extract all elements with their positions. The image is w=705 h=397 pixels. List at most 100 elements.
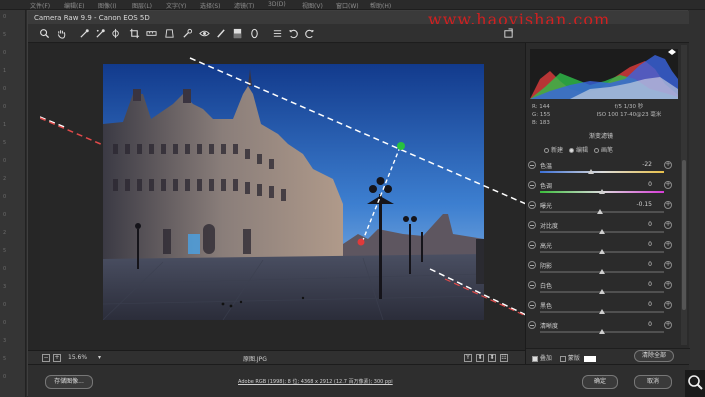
panel-scrollbar[interactable]	[681, 45, 687, 345]
host-menu-item[interactable]: 编辑(E)	[64, 1, 84, 10]
slider-thumb[interactable]	[599, 329, 605, 334]
increase-button[interactable]	[664, 300, 672, 309]
adjustment-panel: R: 144 G: 155 B: 183 f/5 1/30 秒 ISO 100 …	[525, 43, 690, 364]
hand-icon[interactable]	[55, 27, 68, 40]
slider-value[interactable]: 0	[622, 281, 652, 288]
slider-track[interactable]	[540, 171, 664, 173]
host-menu-item[interactable]: 3D(D)	[268, 1, 286, 8]
increase-button[interactable]	[664, 280, 672, 289]
slider-thumb[interactable]	[599, 229, 605, 234]
crop-icon[interactable]	[128, 27, 141, 40]
host-menu-item[interactable]: 窗口(W)	[336, 1, 359, 10]
slider-row: 白色 0	[526, 280, 676, 299]
radio-button[interactable]	[544, 148, 549, 153]
overlay-checkbox[interactable]: 叠加	[532, 353, 552, 362]
mask-checkbox[interactable]: 蒙版	[560, 353, 596, 362]
decrease-button[interactable]	[528, 241, 536, 249]
preferences-icon[interactable]	[271, 27, 284, 40]
mode-option[interactable]: 画笔	[594, 145, 613, 154]
zoom-level[interactable]: 15.6%	[68, 354, 87, 361]
preview-canvas[interactable]	[40, 44, 526, 350]
slider-thumb[interactable]	[599, 189, 605, 194]
slider-thumb[interactable]	[599, 249, 605, 254]
increase-button[interactable]	[664, 240, 672, 249]
graduated-filter-overlay[interactable]	[40, 44, 526, 350]
decrease-button[interactable]	[528, 201, 536, 209]
transform-icon[interactable]	[163, 27, 176, 40]
slider-value[interactable]: -0.15	[622, 201, 652, 208]
slider-thumb[interactable]	[599, 309, 605, 314]
decrease-button[interactable]	[528, 281, 536, 289]
rotate-left-icon[interactable]	[287, 27, 300, 40]
host-menu-item[interactable]: 图像(I)	[98, 1, 116, 10]
slider-row: 清晰度 0	[526, 320, 676, 339]
host-menu-item[interactable]: 视图(V)	[302, 1, 323, 10]
slider-label: 色温	[540, 163, 553, 170]
zoom-icon[interactable]	[38, 27, 51, 40]
increase-button[interactable]	[664, 200, 672, 209]
slider-thumb[interactable]	[599, 269, 605, 274]
mode-option[interactable]: 编辑	[569, 145, 588, 154]
slider-value[interactable]: 0	[622, 221, 652, 228]
increase-button[interactable]	[664, 180, 672, 189]
overlay-check[interactable]	[532, 355, 538, 362]
spot-removal-icon[interactable]	[181, 27, 194, 40]
white-balance-icon[interactable]	[78, 27, 91, 40]
save-image-button[interactable]: 存储图像...	[45, 375, 93, 389]
slider-value[interactable]: 0	[622, 321, 652, 328]
ok-button[interactable]: 确定	[582, 375, 618, 389]
slider-thumb[interactable]	[596, 209, 603, 214]
ruler-tick: 2	[3, 230, 7, 236]
slider-value[interactable]: -22	[622, 161, 652, 168]
decrease-button[interactable]	[528, 161, 536, 169]
adjustment-brush-icon[interactable]	[214, 27, 227, 40]
zoom-out-button[interactable]: −	[42, 354, 50, 362]
mode-option[interactable]: 新建	[544, 145, 563, 154]
workflow-options-link[interactable]: Adobe RGB (1998); 8 位; 4368 x 2912 (12.7…	[238, 378, 393, 385]
host-menu-item[interactable]: 选择(S)	[200, 1, 221, 10]
decrease-button[interactable]	[528, 221, 536, 229]
slider-thumb[interactable]	[587, 169, 594, 174]
slider-thumb[interactable]	[599, 289, 605, 294]
swap-button[interactable]: ⬍	[488, 354, 496, 362]
mask-color-swatch[interactable]	[583, 355, 596, 362]
radial-filter-icon[interactable]	[248, 27, 261, 40]
increase-button[interactable]	[664, 260, 672, 269]
view-toggle-y-button[interactable]: Y	[464, 354, 472, 362]
color-sampler-icon[interactable]	[94, 27, 107, 40]
rotate-right-icon[interactable]	[303, 27, 316, 40]
slider-value[interactable]: 0	[622, 181, 652, 188]
red-eye-icon[interactable]	[198, 27, 211, 40]
host-menu-item[interactable]: 图层(L)	[132, 1, 152, 10]
host-menu-item[interactable]: 文字(Y)	[166, 1, 186, 10]
increase-button[interactable]	[664, 320, 672, 329]
decrease-button[interactable]	[528, 321, 536, 329]
decrease-button[interactable]	[528, 261, 536, 269]
zoom-in-button[interactable]: +	[53, 354, 61, 362]
preview-settings-button[interactable]: ☷	[500, 354, 508, 362]
ruler-tick: 1	[3, 68, 7, 74]
radio-button[interactable]	[569, 148, 575, 153]
slider-value[interactable]: 0	[622, 261, 652, 268]
slider-value[interactable]: 0	[622, 241, 652, 248]
host-menu-item[interactable]: 帮助(H)	[370, 1, 391, 10]
search-button[interactable]	[685, 370, 705, 397]
slider-value[interactable]: 0	[622, 301, 652, 308]
decrease-button[interactable]	[528, 301, 536, 309]
mask-check[interactable]	[560, 355, 566, 362]
chevron-down-icon[interactable]: ▾	[98, 354, 101, 361]
targeted-adjustment-icon[interactable]	[110, 27, 123, 40]
radio-button[interactable]	[594, 148, 600, 153]
increase-button[interactable]	[664, 160, 672, 169]
graduated-filter-icon[interactable]	[231, 27, 244, 40]
host-menu-item[interactable]: 滤镜(T)	[234, 1, 254, 10]
straighten-icon[interactable]	[145, 27, 158, 40]
clear-all-button[interactable]: 清除全部	[634, 350, 674, 362]
fullscreen-icon[interactable]	[502, 27, 515, 40]
host-menubar: 文件(F) 编辑(E) 图像(I) 图层(L) 文字(Y) 选择(S) 滤镜(T) 3D(D)…	[0, 0, 705, 10]
cancel-button[interactable]: 取消	[634, 375, 672, 389]
decrease-button[interactable]	[528, 181, 536, 189]
host-menu-item[interactable]: 文件(F)	[30, 1, 50, 10]
before-after-button[interactable]: ⬍	[476, 354, 484, 362]
increase-button[interactable]	[664, 220, 672, 229]
